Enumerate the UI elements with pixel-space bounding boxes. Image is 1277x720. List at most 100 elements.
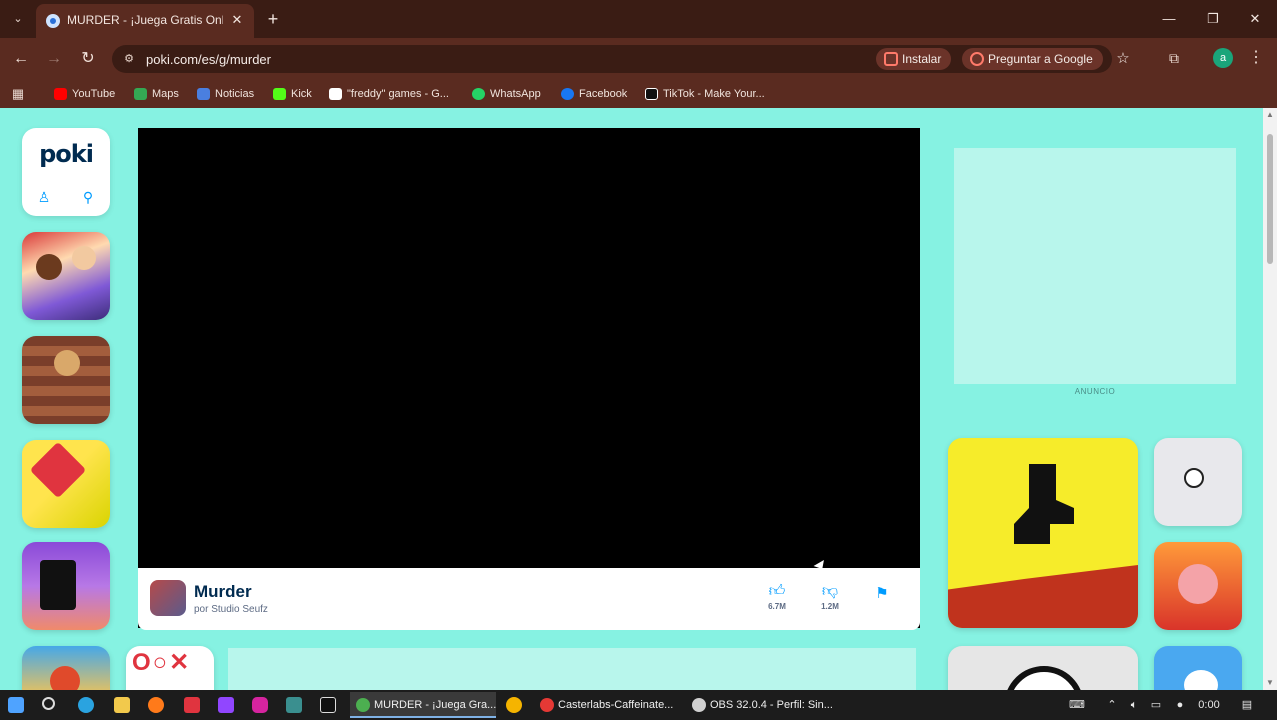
apps-grid-icon[interactable]: ▦ [10, 86, 26, 102]
bookmark-youtube[interactable]: YouTube [54, 84, 115, 104]
taskbar-app-casterlabs[interactable]: Casterlabs-Caffeinate... [534, 692, 682, 718]
edge-icon[interactable] [78, 697, 94, 713]
volume-icon[interactable]: 🔈︎ [1126, 696, 1142, 714]
tiktok-icon [645, 88, 658, 100]
browser-toolbar: ← → ↻ ⚙ poki.com/es/g/murder Instalar Pr… [0, 38, 1277, 80]
app-icon[interactable] [506, 697, 522, 713]
youtube-icon [54, 88, 67, 100]
browser-tab-active[interactable]: MURDER - ¡Juega Gratis Online ✕ [36, 4, 254, 38]
game-thumbnail[interactable] [22, 336, 110, 424]
bookmark-freddy-games[interactable]: "freddy" games - G... [329, 84, 449, 104]
install-button[interactable]: Instalar [876, 48, 952, 70]
game-canvas[interactable] [138, 128, 920, 628]
game-thumbnail[interactable] [1154, 438, 1242, 526]
game-thumbnail[interactable] [22, 440, 110, 528]
obs-icon [692, 698, 706, 712]
extensions-icon[interactable]: ⧉ [1164, 48, 1184, 68]
url-text[interactable]: poki.com/es/g/murder [146, 52, 271, 67]
chrome-icon [356, 698, 370, 712]
windows-taskbar: MURDER - ¡Juega Gra... Casterlabs-Caffei… [0, 690, 1277, 720]
maps-icon [134, 88, 147, 100]
menu-kebab-icon[interactable]: ⋮ [1248, 48, 1264, 68]
instagram-icon[interactable] [252, 697, 268, 713]
notifications-icon[interactable]: ▤ [1238, 696, 1256, 714]
game-thumbnail[interactable] [22, 232, 110, 320]
thumbs-down-icon: 👎︎ [821, 583, 839, 600]
ad-slot[interactable] [954, 148, 1236, 384]
back-button[interactable]: ← [10, 48, 32, 70]
tab-close-icon[interactable]: ✕ [228, 11, 246, 29]
bookmark-maps[interactable]: Maps [134, 84, 179, 104]
bookmark-whatsapp[interactable]: WhatsApp [472, 84, 541, 104]
game-thumbnail[interactable] [22, 646, 110, 690]
bookmark-label: WhatsApp [490, 88, 541, 100]
profile-avatar[interactable]: a [1213, 48, 1233, 68]
scroll-up-icon[interactable]: ▲ [1263, 108, 1277, 122]
microphone-icon[interactable]: ● [1172, 696, 1188, 714]
minimize-button[interactable]: — [1158, 8, 1180, 30]
ad-slot-bottom[interactable] [228, 648, 916, 690]
goose-icon [1184, 670, 1218, 690]
scrollbar-thumb[interactable] [1267, 134, 1273, 264]
bookmark-noticias[interactable]: Noticias [197, 84, 254, 104]
ask-google-button[interactable]: Preguntar a Google [962, 48, 1103, 70]
game-thumbnail[interactable] [1154, 646, 1242, 690]
bookmark-label: Kick [291, 88, 312, 100]
tictactoe-icon: O○✕ [132, 649, 192, 676]
site-info-icon[interactable]: ⚙ [122, 52, 136, 66]
bookmark-star-icon[interactable]: ☆ [1114, 50, 1132, 68]
game-thumbnail[interactable] [1154, 542, 1242, 630]
bookmark-kick[interactable]: Kick [273, 84, 312, 104]
search-icon[interactable] [42, 697, 55, 710]
youtube-icon[interactable] [184, 697, 200, 713]
taskbar-app-obs[interactable]: OBS 32.0.4 - Perfil: Sin... [686, 692, 836, 718]
featured-game-thumbnail[interactable] [948, 438, 1138, 628]
keyboard-icon[interactable]: ⌨ [1066, 696, 1088, 714]
app-icon[interactable] [286, 697, 302, 713]
bookmark-tiktok[interactable]: TikTok - Make Your... [645, 84, 765, 104]
ask-google-label: Preguntar a Google [988, 52, 1093, 66]
game-author: por Studio Seufz [194, 604, 268, 615]
reload-button[interactable]: ↻ [77, 48, 99, 70]
tab-search-button[interactable]: ⌄ [6, 8, 30, 30]
game-thumbnail[interactable] [948, 646, 1138, 690]
like-button[interactable]: 👍︎ 6.7M [762, 582, 792, 611]
tiktok-icon[interactable] [320, 697, 336, 713]
new-tab-button[interactable]: + [262, 8, 284, 30]
address-bar[interactable]: ⚙ poki.com/es/g/murder Instalar Pregunta… [112, 45, 1130, 73]
maximize-button[interactable]: ❐ [1202, 8, 1224, 30]
firefox-icon[interactable] [148, 697, 164, 713]
scroll-down-icon[interactable]: ▼ [1263, 676, 1277, 690]
page-scrollbar[interactable]: ▲ ▼ [1263, 108, 1277, 690]
bookmark-facebook[interactable]: Facebook [561, 84, 627, 104]
clock[interactable]: 0:00 [1194, 696, 1224, 714]
news-icon [197, 88, 210, 100]
game-info-bar: Murder por Studio Seufz 👍︎ 6.7M 👎︎ 1.2M … [138, 568, 920, 630]
forward-button[interactable]: → [43, 48, 65, 70]
twitch-icon[interactable] [218, 697, 234, 713]
game-art-ground [948, 565, 1138, 628]
user-icon[interactable]: ♙ [35, 188, 53, 206]
kick-icon [273, 88, 286, 100]
install-label: Instalar [902, 52, 942, 66]
search-icon[interactable]: ⚲ [79, 188, 97, 206]
close-window-button[interactable]: ✕ [1244, 8, 1266, 30]
game-art-icon [50, 666, 80, 690]
game-thumbnail[interactable]: O○✕ [126, 646, 214, 690]
poki-logo[interactable]: poki [22, 140, 110, 168]
network-icon[interactable]: ▭ [1148, 696, 1164, 714]
dislike-button[interactable]: 👎︎ 1.2M [815, 582, 845, 611]
report-flag-icon[interactable]: ⚑ [872, 584, 892, 604]
bookmark-label: Facebook [579, 88, 628, 100]
game-thumbnail[interactable] [22, 542, 110, 630]
tray-expand-icon[interactable]: ⌃ [1104, 696, 1120, 714]
taskbar-app-label: OBS 32.0.4 - Perfil: Sin... [710, 699, 833, 711]
file-explorer-icon[interactable] [114, 697, 130, 713]
taskbar-app-chrome[interactable]: MURDER - ¡Juega Gra... [350, 692, 496, 718]
poki-logo-card[interactable]: poki ♙ ⚲ [22, 128, 110, 216]
pig-icon [1178, 564, 1218, 604]
start-icon[interactable] [8, 697, 24, 713]
bookmark-label: "freddy" games - G... [347, 88, 449, 100]
bookmark-label: Maps [152, 88, 179, 100]
taskbar-app-label: Casterlabs-Caffeinate... [558, 699, 674, 711]
